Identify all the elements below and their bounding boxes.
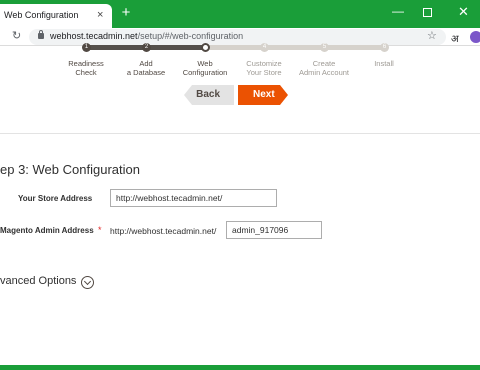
admin-address-label: Magento Admin Address [0,226,94,235]
page-title: ep 3: Web Configuration [0,162,140,177]
step-number: 4 [262,44,267,50]
browser-tab[interactable]: Web Configuration × [0,4,112,28]
url-host: webhost.tecadmin.net [50,31,138,41]
step-label-line1: Add [139,59,153,68]
tab-title: Web Configuration [4,10,79,20]
step-label-line1: Install [374,59,394,68]
close-tab-icon[interactable]: × [97,8,103,22]
step-label-line2: Admin Account [298,68,350,77]
back-button[interactable]: Back [184,85,234,105]
lock-icon[interactable] [38,30,44,39]
new-tab-icon[interactable]: + [119,5,133,20]
admin-path-input[interactable] [226,221,322,239]
step-label-2: Add a Database [114,59,178,77]
step-number: 2 [144,44,149,50]
advanced-options-label[interactable]: vanced Options [0,275,76,287]
step-label-1: Readiness Check [54,59,118,77]
bookmark-star-icon[interactable]: ☆ [427,29,437,42]
maximize-icon[interactable] [423,8,432,17]
step-label-line2: a Database [126,68,166,77]
divider [0,133,480,134]
window-close-icon[interactable]: ✕ [458,4,469,20]
reload-icon[interactable]: ↻ [12,29,21,42]
minimize-icon[interactable]: — [392,4,404,18]
store-address-label: Your Store Address [18,194,93,203]
step-label-line2: Check [75,68,97,77]
browser-tab-bar: Web Configuration × + — ✕ [0,0,480,28]
step-label-line2: Configuration [182,68,228,77]
step-label-line2: Your Store [246,68,282,77]
required-marker: * [98,225,102,235]
step-number: 6 [382,44,387,50]
translate-extension-icon[interactable]: अ [451,31,459,45]
step-number: 5 [322,44,327,50]
step-label-4: Customize Your Store [232,59,296,77]
store-address-input[interactable] [110,189,277,207]
next-button[interactable]: Next [238,85,288,105]
step-label-line1: Create [312,59,336,68]
step-label-line1: Customize [246,59,282,68]
chevron-down-icon[interactable] [81,276,94,289]
url-text[interactable]: webhost.tecadmin.net/setup/#/web-configu… [50,31,243,41]
step-label-5: Create Admin Account [292,59,356,77]
step-label-6: Install [352,59,416,68]
step-number: 1 [84,44,89,50]
step-label-line1: Web [197,59,213,68]
admin-url-prefix: http://webhost.tecadmin.net/ [110,226,217,236]
browser-toolbar: ↻ webhost.tecadmin.net/setup/#/web-confi… [0,28,480,46]
step-label-3: Web Configuration [173,59,237,77]
taskbar-strip [0,365,480,370]
step-label-line1: Readiness [68,59,104,68]
url-path: /setup/#/web-configuration [137,31,244,41]
profile-avatar[interactable] [470,31,480,43]
progress-track [86,45,388,50]
step-dot-3 [201,43,210,52]
